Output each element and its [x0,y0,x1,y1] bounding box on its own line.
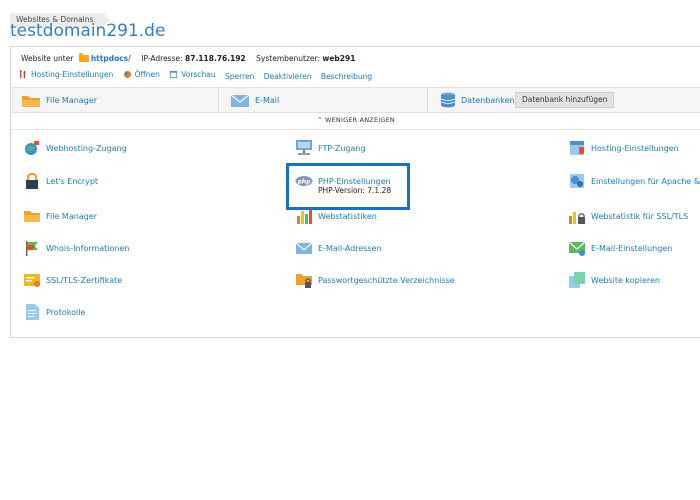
service-label: E-Mail-Adressen [318,243,382,253]
ip-label: IP-Adresse: [141,54,183,63]
tab-databases-label: Datenbanken [461,95,515,105]
service-label: File Manager [46,211,97,221]
tab-email-label: E-Mail [255,95,280,105]
tab-email[interactable]: E-Mail [230,88,279,112]
httpdocs-link[interactable]: httpdocs/ [91,54,131,63]
hosting-settings-label: Hosting-Einstellungen [31,70,114,79]
suspend-label: Sperren [224,72,255,81]
envelope-icon [230,94,250,107]
domain-info-row: Website unter httpdocs/ IP-Adresse: 87.1… [21,53,356,63]
ftp-server-icon [296,140,312,155]
service-ssl-web-statistics[interactable]: Webstatistik für SSL/TLS [568,207,688,225]
domain-actions: Hosting-Einstellungen Öffnen Vorschau Sp… [19,70,379,81]
service-lets-encrypt[interactable]: Let's Encrypt [23,172,98,190]
service-logs[interactable]: Protokolle [23,303,85,321]
whois-flag-icon [26,241,38,256]
database-icon [440,92,456,108]
system-user-label: Systembenutzer: [256,54,320,63]
chevron-up-icon: ⌃ [317,116,323,124]
show-less-toggle[interactable]: ⌃ WENIGER ANZEIGEN [11,116,700,124]
wrench-icon [19,70,26,79]
service-ftp-access[interactable]: FTP-Zugang [295,139,366,157]
tab-file-manager-label: File Manager [46,95,97,105]
service-label: Webstatistik für SSL/TLS [591,211,689,221]
service-label: Einstellungen für Apache & ng [591,176,700,186]
service-password-protected-dirs[interactable]: Passwortgeschützte Verzeichnisse [295,271,455,289]
preview-window-icon [170,70,178,79]
ssl-statistics-icon [569,212,585,224]
add-database-button[interactable]: Datenbank hinzufügen [515,92,615,108]
tab-divider [218,88,219,112]
description-label: Beschreibung [320,72,373,81]
lock-icon [26,172,38,189]
apache-settings-icon [570,174,584,188]
service-label: E-Mail-Einstellungen [591,243,673,253]
service-label: Protokolle [46,307,86,317]
service-apache-nginx-settings[interactable]: Einstellungen für Apache & ng [568,172,700,190]
show-less-label: WENIGER ANZEIGEN [324,116,395,124]
locked-folder-icon [296,274,312,288]
service-label: Website kopieren [591,275,661,285]
certificate-icon [24,274,40,287]
ip-value: 87.118.76.192 [185,54,246,63]
webhosting-access-icon [25,141,39,155]
service-ssl-certificates[interactable]: SSL/TLS-Zertifikate [23,271,122,289]
php-settings-highlight [286,163,410,210]
divider [11,129,700,130]
folder-icon [78,53,89,62]
preview-action[interactable]: Vorschau [169,70,216,79]
tab-file-manager[interactable]: File Manager [21,88,97,112]
hosting-settings-icon [570,141,584,155]
service-whois[interactable]: Whois-Informationen [23,239,129,257]
service-file-manager[interactable]: File Manager [23,207,97,225]
email-settings-icon [568,241,586,256]
tab-databases[interactable]: Datenbanken [439,88,515,112]
tab-divider [427,88,428,112]
folder-icon [22,95,40,107]
service-label: Passwortgeschützte Verzeichnisse [318,275,455,285]
quick-access-bar: File Manager E-Mail Datenbanken Datenban… [11,87,700,113]
website-label: Website unter [21,54,74,63]
page-title: testdomain291.de [10,21,166,41]
open-label: Öffnen [134,70,160,79]
deactivate-label: Deaktivieren [263,72,312,81]
suspend-action[interactable]: Sperren [225,72,254,81]
service-label: Webstatistiken [318,211,377,221]
service-webhosting-access[interactable]: Webhosting-Zugang [23,139,127,157]
service-hosting-settings[interactable]: Hosting-Einstellungen [568,139,679,157]
copy-icon [569,272,585,288]
envelope-icon [295,242,313,254]
service-label: Webhosting-Zugang [46,143,127,153]
hosting-settings-action[interactable]: Hosting-Einstellungen [19,70,113,79]
service-label: Let's Encrypt [46,176,99,186]
service-copy-website[interactable]: Website kopieren [568,271,660,289]
service-label: Whois-Informationen [46,243,130,253]
description-action[interactable]: Beschreibung [321,72,372,81]
preview-label: Vorschau [181,70,216,79]
deactivate-action[interactable]: Deaktivieren [264,72,312,81]
folder-icon [24,211,40,222]
service-label: Hosting-Einstellungen [591,143,679,153]
document-icon [26,304,39,320]
open-action[interactable]: Öffnen [123,70,160,79]
system-user-value: web291 [322,54,356,63]
service-label: SSL/TLS-Zertifikate [46,275,123,285]
globe-icon [123,70,131,79]
service-email-settings[interactable]: E-Mail-Einstellungen [568,239,672,257]
service-label: FTP-Zugang [318,143,366,153]
service-email-addresses[interactable]: E-Mail-Adressen [295,239,382,257]
